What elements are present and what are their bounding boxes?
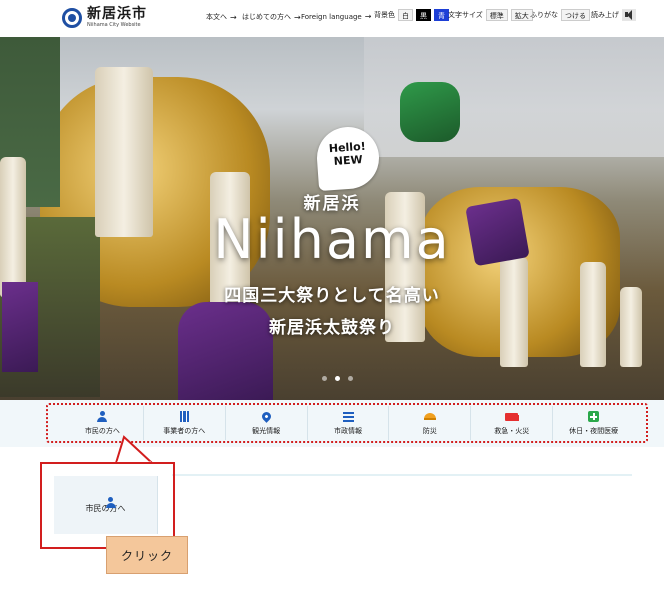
medical-kit-icon — [588, 411, 600, 422]
bg-white-button[interactable]: 白 — [398, 9, 413, 21]
bg-blue-button[interactable]: 青 — [434, 9, 449, 21]
category-city-government[interactable]: 市政情報 — [308, 406, 390, 440]
category-label: 救急・火災 — [494, 426, 530, 435]
skip-to-content-link[interactable]: 本文へ → — [206, 12, 237, 22]
performer-decoration — [400, 82, 460, 142]
panel-divider — [172, 474, 632, 476]
category-label: 市政情報 — [334, 426, 362, 435]
arrow-right-icon: → — [230, 12, 237, 22]
map-pin-icon — [259, 410, 273, 423]
category-disaster-prevention[interactable]: 防災 — [389, 406, 472, 440]
category-label: 防災 — [422, 426, 437, 435]
site-logo[interactable]: 新居浜市 Niihama City Website — [62, 7, 147, 28]
category-nav: 市民の方へ 事業者の方へ 観光情報 市政情報 防災 救急・火災 休日・夜間医療 — [62, 406, 634, 440]
category-label: 事業者の方へ — [163, 426, 206, 435]
zoomed-citizens-button[interactable]: 市民の方へ — [54, 476, 158, 534]
hero-tagline-1: 四国三大祭りとして名高い — [224, 286, 440, 306]
font-standard-button[interactable]: 標準 — [485, 9, 508, 21]
hero-slideshow: Hello! NEW 新居浜 Niihama 四国三大祭りとして名高い 新居浜太… — [0, 37, 664, 400]
foreign-language-label: Foreign language — [301, 12, 362, 21]
ambulance-icon — [505, 412, 520, 421]
bg-black-button[interactable]: 黒 — [416, 9, 431, 21]
font-size-switcher: 文字サイズ 標準 拡大 — [448, 9, 533, 21]
person-icon — [97, 411, 108, 422]
read-aloud-label: 読み上げ — [591, 11, 619, 19]
first-visit-link[interactable]: はじめての方へ → — [242, 12, 301, 22]
background-color-label: 背景色 — [374, 11, 395, 19]
logo-text: 新居浜市 Niihama City Website — [87, 6, 147, 29]
category-tourism[interactable]: 観光情報 — [226, 406, 308, 440]
slide-dot[interactable] — [322, 376, 327, 381]
background-color-switcher: 背景色 白 黒 青 — [374, 9, 449, 21]
category-label: 休日・夜間医療 — [569, 426, 619, 435]
category-citizens[interactable]: 市民の方へ — [62, 406, 144, 440]
read-aloud-button[interactable]: 読み上げ — [591, 9, 636, 21]
tassel-decoration — [500, 257, 528, 367]
category-label: 観光情報 — [252, 426, 281, 435]
furigana-label: ふりがな — [530, 11, 558, 19]
list-icon — [342, 411, 354, 422]
skip-to-content-label: 本文へ — [206, 13, 227, 21]
foreign-language-link[interactable]: Foreign language → — [301, 12, 371, 21]
first-visit-label: はじめての方へ — [242, 13, 291, 21]
zoomed-citizens-label: 市民の方へ — [85, 503, 126, 513]
font-size-label: 文字サイズ — [448, 11, 483, 19]
slide-dot-active[interactable] — [335, 376, 340, 381]
category-label: 市民の方へ — [84, 426, 120, 435]
arrow-right-icon: → — [364, 12, 372, 21]
hero-city-en: Niihama — [213, 208, 451, 271]
building-icon — [179, 411, 189, 422]
slide-dot[interactable] — [348, 376, 353, 381]
arrow-right-icon: → — [294, 12, 301, 22]
category-businesses[interactable]: 事業者の方へ — [144, 406, 226, 440]
furigana-on-button[interactable]: つける — [561, 9, 590, 21]
slide-indicator — [322, 376, 361, 381]
speaker-icon — [622, 9, 636, 21]
click-instruction-label: クリック — [106, 536, 188, 574]
logo-subtitle: Niihama City Website — [87, 22, 141, 28]
category-emergency-fire[interactable]: 救急・火災 — [471, 406, 554, 440]
site-header: 新居浜市 Niihama City Website 本文へ → はじめての方へ … — [0, 0, 664, 37]
helmet-icon — [423, 413, 436, 420]
category-holiday-night-medical[interactable]: 休日・夜間医療 — [553, 406, 634, 440]
hero-tagline-2: 新居浜太鼓祭り — [269, 318, 395, 338]
furigana-switcher: ふりがな つける — [530, 9, 590, 21]
logo-title: 新居浜市 — [87, 6, 147, 22]
city-emblem-icon — [62, 7, 82, 28]
